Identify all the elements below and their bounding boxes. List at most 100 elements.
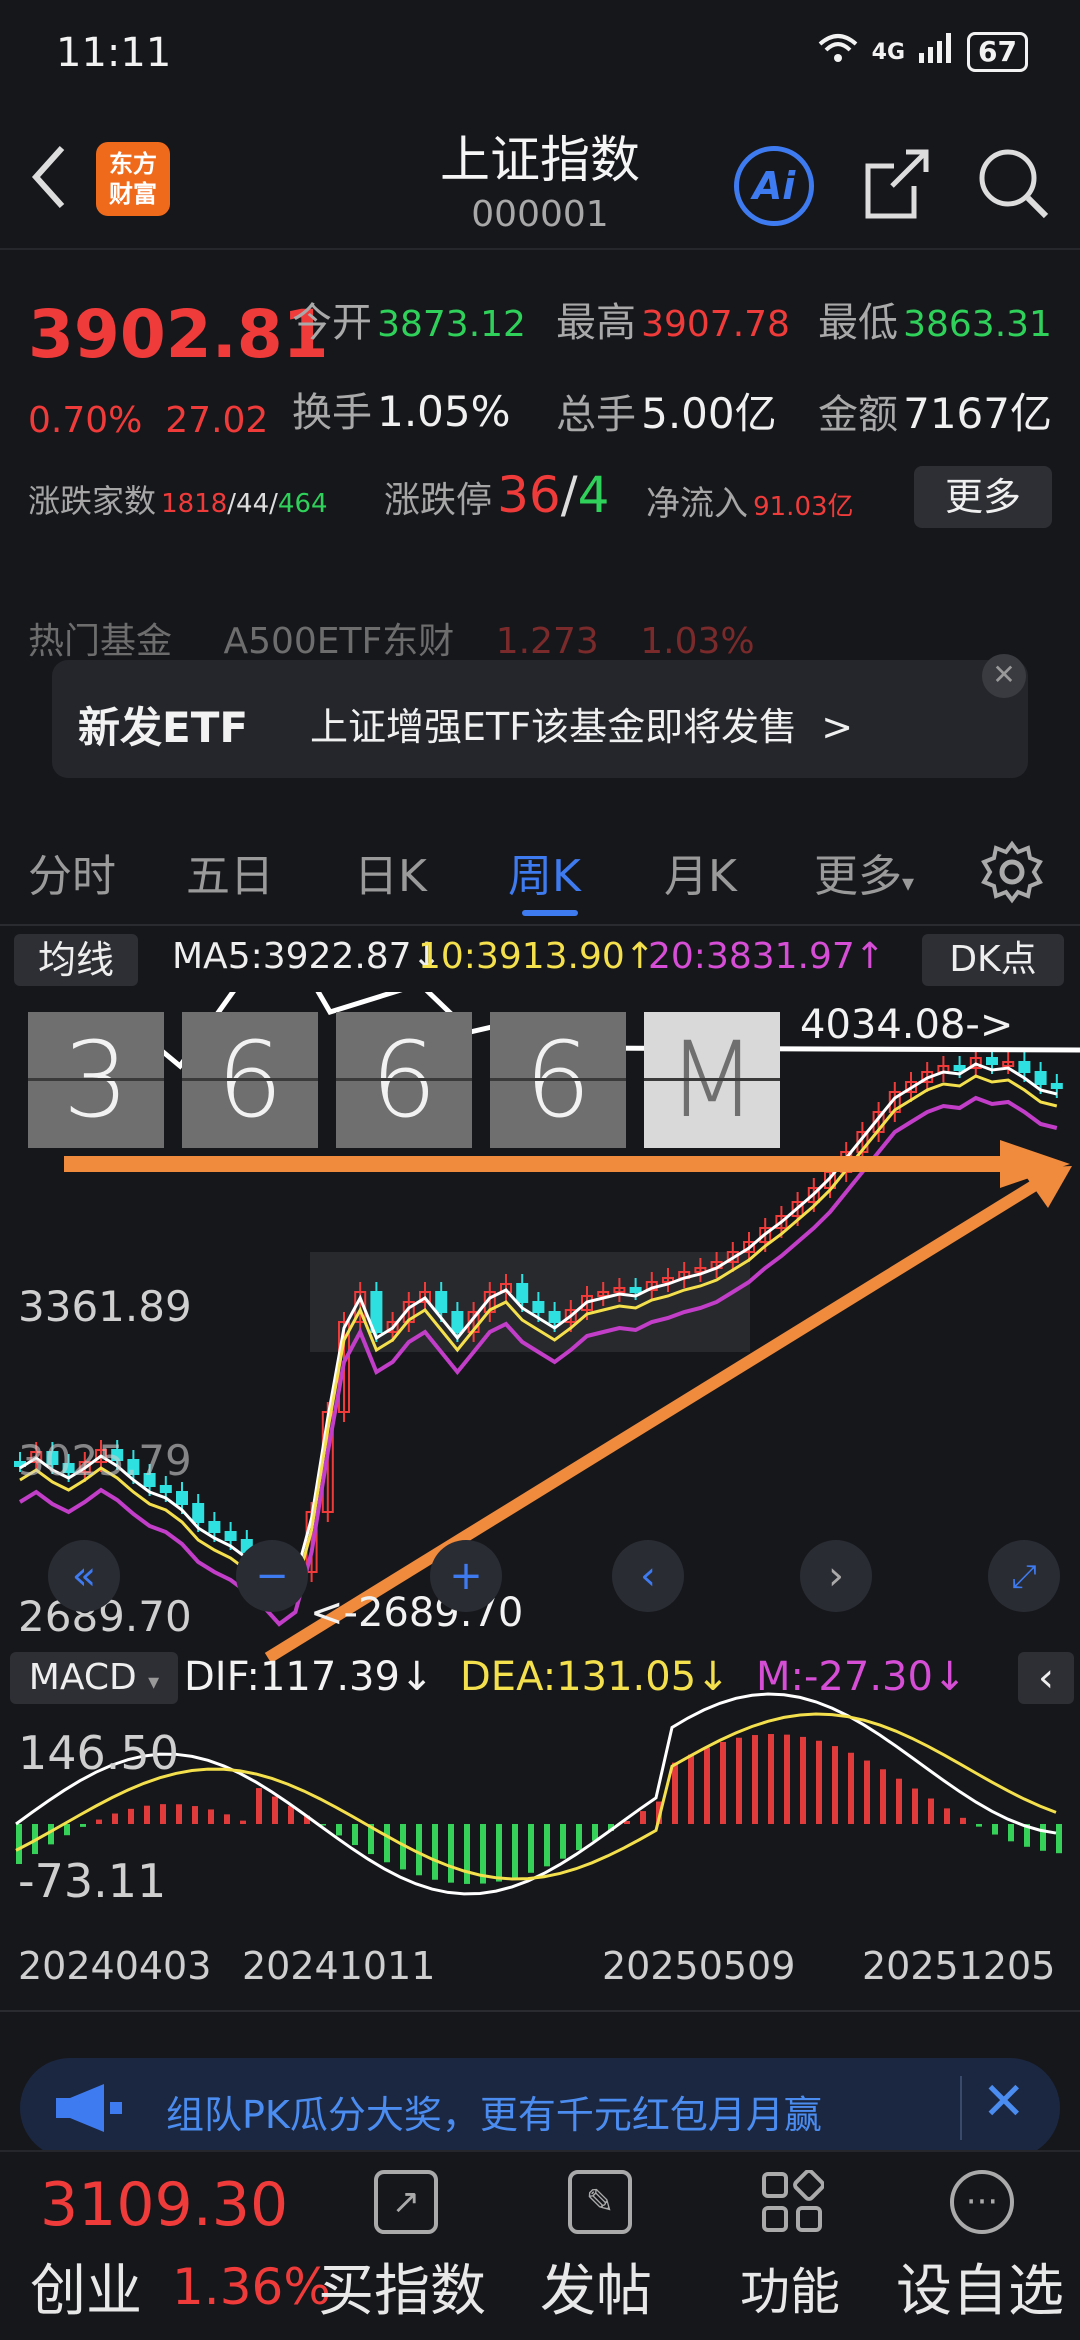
macd-bar (720, 1741, 726, 1824)
macd-bar (416, 1824, 422, 1876)
open-label: 今开 (292, 300, 372, 346)
counter-digit-1: 3 (28, 1012, 164, 1148)
x-tick-4: 20251205 (862, 1944, 1056, 1988)
counter-digit-4: 6 (490, 1012, 626, 1148)
macd-bar (96, 1819, 102, 1824)
dk-point-button[interactable]: DK点 (922, 934, 1064, 986)
share-icon[interactable] (862, 146, 932, 226)
scroll-left-fast-icon[interactable]: « (48, 1540, 120, 1612)
macd-bar (832, 1746, 838, 1824)
edit-post-icon[interactable]: ✎ (568, 2170, 632, 2234)
back-button[interactable] (28, 142, 68, 223)
breadth-field[interactable]: 涨跌家数 1818/44/464 (28, 476, 328, 522)
x-tick-3: 20250509 (602, 1944, 796, 1988)
kline-chart[interactable]: 3 6 6 6 M 4034.08-> 3361.89 3025.79 2689… (0, 992, 1080, 2042)
macd-bar (768, 1734, 774, 1824)
tab-weekly-k[interactable]: 周K (508, 840, 581, 904)
promo-banner[interactable]: 组队PK瓜分大奖，更有千元红包月月赢 ✕ (20, 2058, 1060, 2158)
scroll-left-icon[interactable]: ‹ (612, 1540, 684, 1612)
logo-line-1: 东方 (109, 150, 157, 178)
wifi-icon (818, 32, 858, 72)
more-dots-icon[interactable]: ··· (950, 2170, 1014, 2234)
collapse-indicator-icon[interactable]: ‹ (1018, 1652, 1074, 1704)
open-field: 今开 3873.12 (292, 290, 526, 348)
limit-field[interactable]: 涨跌停 36/4 (384, 466, 609, 524)
status-time: 11:11 (56, 30, 172, 76)
macd-dea: DEA:131.05↓ (460, 1654, 730, 1700)
macd-label: MACD (28, 1657, 137, 1698)
tab-monthly-k[interactable]: 月K (664, 840, 737, 904)
chart-trend-icon[interactable]: ↗ (374, 2170, 438, 2234)
macd-bar (464, 1824, 470, 1884)
app-logo[interactable]: 东方 财富 (96, 142, 170, 216)
system-icons: 4G 67 (818, 32, 1028, 72)
amount-label: 金额 (818, 392, 898, 438)
more-button[interactable]: 更多 (914, 466, 1052, 528)
search-icon[interactable] (976, 146, 1052, 226)
macd-bar (384, 1824, 390, 1863)
promo-text: 组队PK瓜分大奖，更有千元红包月月赢 (166, 2093, 822, 2137)
tab-intraday[interactable]: 分时 (28, 840, 116, 904)
banner-arrow: > (821, 705, 854, 749)
post-button[interactable]: 发帖 (540, 2246, 652, 2327)
bottom-bar: 3109.30 创业 1.36% ↗ 买指数 ✎ 发帖 功能 ··· 设自选 (0, 2150, 1080, 2340)
macd-bar (496, 1824, 502, 1882)
zoom-out-icon[interactable]: − (236, 1540, 308, 1612)
high-label: 最高 (556, 300, 636, 346)
settings-gear-icon[interactable] (980, 840, 1044, 908)
banner-message: 上证增强ETF该基金即将发售 > (310, 696, 853, 751)
macd-bar (704, 1747, 710, 1824)
macd-bar (112, 1813, 118, 1824)
macd-bar (1040, 1824, 1046, 1851)
functions-button[interactable]: 功能 (740, 2252, 840, 2324)
high-field: 最高 3907.78 (556, 290, 790, 348)
hot-fund-row[interactable]: 热门基金 A500ETF东财 1.273 1.03% (28, 612, 755, 664)
macd-bar (944, 1808, 950, 1824)
ma-selector[interactable]: 均线 (14, 934, 138, 986)
macd-y-top: 146.50 (18, 1726, 179, 1780)
tab-daily-k[interactable]: 日K (354, 840, 427, 904)
macd-bar (800, 1736, 806, 1824)
change-percent: 0.70% (28, 400, 143, 441)
macd-bar (64, 1824, 70, 1836)
quote-panel: 3902.81 0.70% 27.02 今开 3873.12 最高 3907.7… (0, 260, 1080, 540)
macd-bar (528, 1824, 534, 1873)
volume-value: 5.00亿 (641, 389, 777, 438)
add-watchlist-button[interactable]: 设自选 (896, 2246, 1064, 2327)
macd-bar (912, 1788, 918, 1824)
macd-bar (272, 1796, 278, 1824)
netflow-field[interactable]: 净流入 91.03亿 (646, 476, 854, 525)
ma20-value: 20:3831.97↑ (648, 936, 885, 977)
ai-assistant-button[interactable]: Ai (734, 146, 814, 226)
macd-bar (1056, 1824, 1062, 1854)
scroll-right-icon[interactable]: › (800, 1540, 872, 1612)
macd-selector[interactable]: MACD ▾ (10, 1652, 178, 1704)
macd-y-bottom: -73.11 (18, 1854, 167, 1908)
x-tick-2: 20241011 (242, 1944, 436, 1988)
macd-bar (976, 1824, 982, 1827)
macd-bar (1008, 1824, 1014, 1842)
macd-bar (880, 1769, 886, 1824)
netflow-label: 净流入 (646, 484, 748, 524)
gem-index-value[interactable]: 3109.30 (40, 2170, 288, 2240)
promo-close-icon[interactable]: ✕ (982, 2072, 1026, 2132)
active-tab-indicator (522, 910, 578, 916)
buy-index-button[interactable]: 买指数 (318, 2246, 486, 2327)
macd-bar (992, 1824, 998, 1835)
breadth-down: 464 (277, 489, 328, 519)
macd-bar (960, 1817, 966, 1824)
new-etf-banner[interactable]: 新发ETF 上证增强ETF该基金即将发售 > (52, 660, 1028, 778)
macd-bar (512, 1824, 518, 1878)
tab-more[interactable]: 更多▾ (814, 840, 914, 904)
macd-bar (864, 1760, 870, 1824)
price-change: 0.70% 27.02 (28, 400, 268, 441)
grid-functions-icon[interactable] (760, 2169, 825, 2234)
fullscreen-icon[interactable]: ⤢ (988, 1540, 1060, 1612)
zoom-in-icon[interactable]: + (430, 1540, 502, 1612)
gem-index-pct: 1.36% (172, 2258, 331, 2316)
gem-index-name[interactable]: 创业 (30, 2246, 142, 2327)
macd-bar (448, 1824, 454, 1883)
low-label: 最低 (818, 300, 898, 346)
tab-five-day[interactable]: 五日 (186, 840, 274, 904)
banner-close-icon[interactable]: ✕ (982, 654, 1026, 698)
